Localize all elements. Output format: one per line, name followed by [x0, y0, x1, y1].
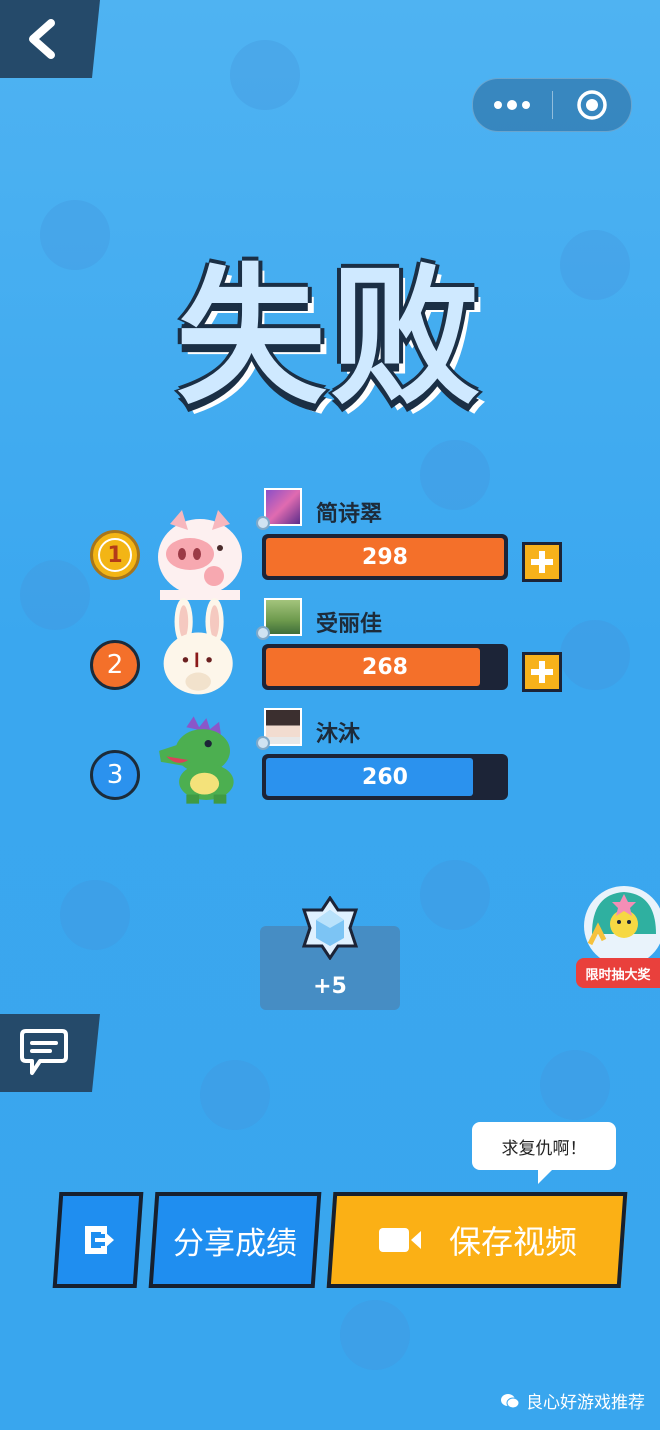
score-bar: 298: [262, 534, 508, 580]
more-button[interactable]: [473, 79, 552, 131]
rank-number: 2: [106, 650, 124, 680]
player-row-2: 2 受丽佳 268: [0, 598, 660, 718]
score-value: 298: [362, 544, 408, 570]
score-bar: 260: [262, 754, 508, 800]
score-value: 268: [362, 654, 408, 680]
cactus-mascot-icon: [584, 886, 660, 966]
plus-icon-bar: [531, 669, 553, 675]
exit-icon: [85, 1226, 114, 1254]
target-circle-icon: [577, 90, 607, 120]
rank-badge: 1: [90, 530, 140, 580]
score-bar: 268: [262, 644, 508, 690]
more-dots-icon: [494, 100, 531, 110]
plus-icon-bar: [531, 559, 553, 565]
speech-bubble: 求复仇啊！: [472, 1122, 616, 1184]
result-title: 失败: [175, 251, 484, 425]
lottery-promo-button[interactable]: 限时抽大奖: [576, 884, 660, 994]
chevron-left-icon: [29, 19, 55, 59]
miniprogram-capsule: [472, 78, 632, 132]
wechat-icon: [501, 1393, 520, 1408]
chat-bubble-icon: [20, 1029, 68, 1075]
score-value: 260: [362, 764, 408, 790]
exit-button[interactable]: [52, 1192, 144, 1288]
rank-number: 3: [106, 760, 124, 790]
video-camera-icon: [378, 1228, 421, 1252]
player-badge: [256, 736, 270, 750]
save-video-button[interactable]: 保存视频: [326, 1192, 628, 1288]
watermark-text: 良心好游戏推荐: [526, 1393, 645, 1413]
promo-label: 限时抽大奖: [576, 958, 660, 988]
rank-badge: 3: [90, 750, 140, 800]
diamond-icon: [301, 896, 359, 960]
watermark: 良心好游戏推荐: [500, 1388, 645, 1413]
back-button[interactable]: [0, 0, 100, 78]
player-badge: [256, 516, 270, 530]
player-row-1: 1 简诗翠 298: [0, 488, 660, 608]
rabbit-avatar: [163, 598, 233, 695]
player-row-3: 3 沐沐 260: [0, 708, 660, 828]
add-friend-button[interactable]: [522, 652, 562, 692]
share-score-label: 分享成绩: [173, 1225, 297, 1262]
player-name: 受丽佳: [316, 612, 383, 637]
rank-number: 1: [98, 538, 132, 572]
share-score-button[interactable]: 分享成绩: [148, 1192, 322, 1288]
player-badge: [256, 626, 270, 640]
add-friend-button[interactable]: [522, 542, 562, 582]
chat-button[interactable]: [0, 1014, 100, 1092]
player-name: 简诗翠: [316, 502, 383, 527]
reward-amount: +5: [313, 974, 347, 999]
pig-avatar: [158, 510, 242, 600]
player-name: 沐沐: [316, 722, 361, 747]
save-video-label: 保存视频: [448, 1223, 577, 1261]
rank-badge: 2: [90, 640, 140, 690]
close-miniprogram-button[interactable]: [553, 79, 632, 131]
dinosaur-avatar: [159, 716, 234, 804]
